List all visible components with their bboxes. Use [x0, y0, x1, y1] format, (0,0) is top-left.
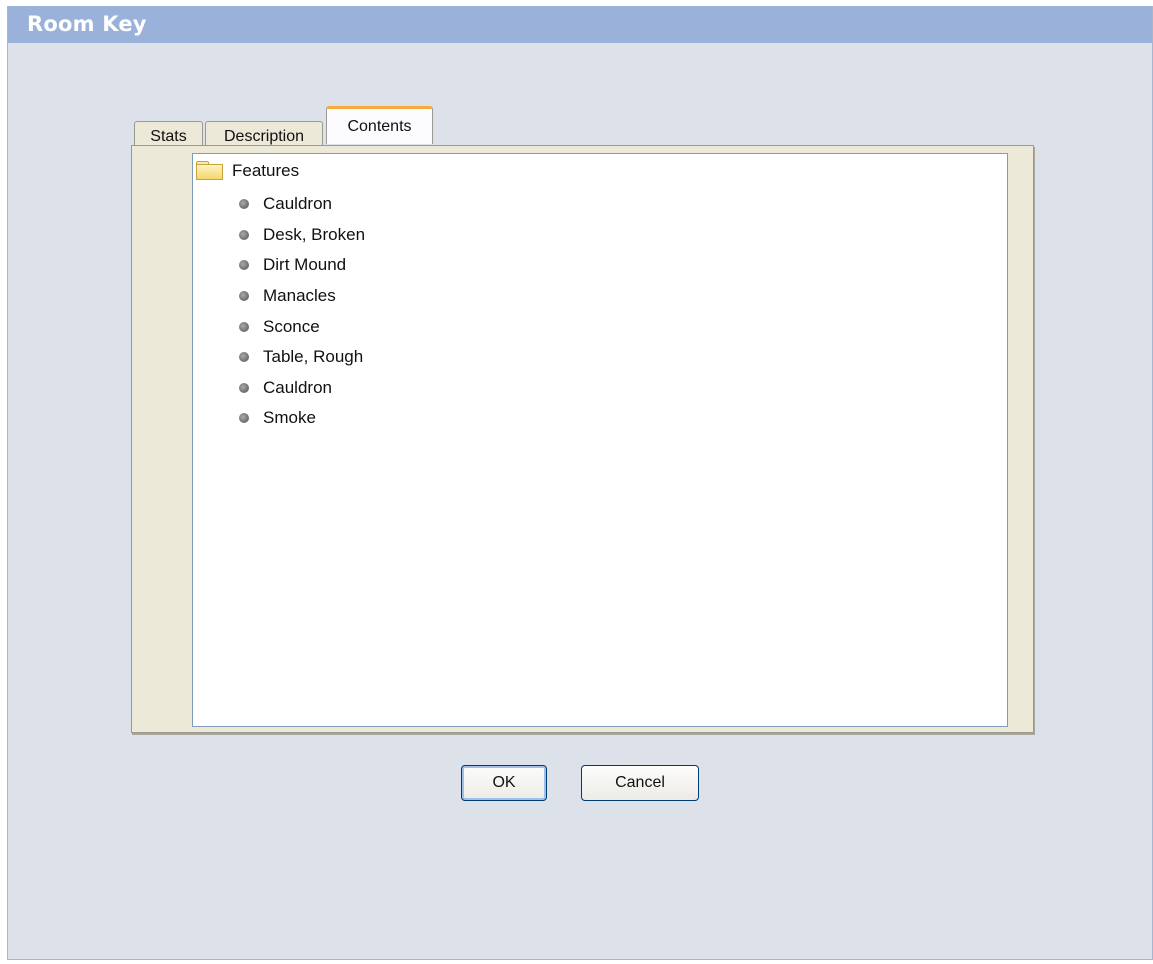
list-item[interactable]: Sconce [239, 311, 365, 342]
room-key-dialog: Room Key Stats Description Contents Feat… [7, 6, 1153, 960]
bullet-icon [239, 260, 249, 271]
item-label: Manacles [263, 286, 336, 306]
ok-button[interactable]: OK [461, 765, 547, 801]
bullet-icon [239, 413, 249, 424]
title-bar[interactable]: Room Key [8, 6, 1152, 43]
contents-panel: Features Cauldron Desk, Broken Dirt Moun… [131, 145, 1034, 733]
list-item[interactable]: Manacles [239, 281, 365, 312]
item-label: Dirt Mound [263, 255, 347, 275]
window-title: Room Key [27, 12, 147, 36]
item-label: Cauldron [263, 377, 332, 397]
bullet-icon [239, 199, 249, 210]
list-item[interactable]: Table, Rough [239, 342, 365, 373]
item-label: Desk, Broken [263, 224, 366, 244]
feature-list: Cauldron Desk, Broken Dirt Mound Manacle… [239, 189, 365, 434]
folder-icon [195, 161, 226, 181]
list-item[interactable]: Dirt Mound [239, 250, 365, 281]
item-label: Smoke [263, 408, 316, 428]
bullet-icon [239, 321, 249, 332]
tree-node-features[interactable]: Features [195, 159, 299, 183]
tab-contents[interactable]: Contents [326, 106, 433, 144]
bullet-icon [239, 229, 249, 240]
item-label: Cauldron [263, 194, 332, 214]
list-item[interactable]: Desk, Broken [239, 220, 365, 251]
list-item[interactable]: Cauldron [239, 189, 365, 220]
list-item[interactable]: Smoke [239, 403, 365, 434]
features-tree[interactable]: Features Cauldron Desk, Broken Dirt Moun… [192, 153, 1008, 727]
bullet-icon [239, 291, 249, 302]
item-label: Sconce [263, 316, 320, 336]
bullet-icon [239, 352, 249, 363]
tree-folder-label: Features [232, 161, 300, 180]
cancel-button[interactable]: Cancel [581, 765, 699, 801]
list-item[interactable]: Cauldron [239, 373, 365, 404]
item-label: Table, Rough [263, 347, 364, 367]
bullet-icon [239, 382, 249, 393]
